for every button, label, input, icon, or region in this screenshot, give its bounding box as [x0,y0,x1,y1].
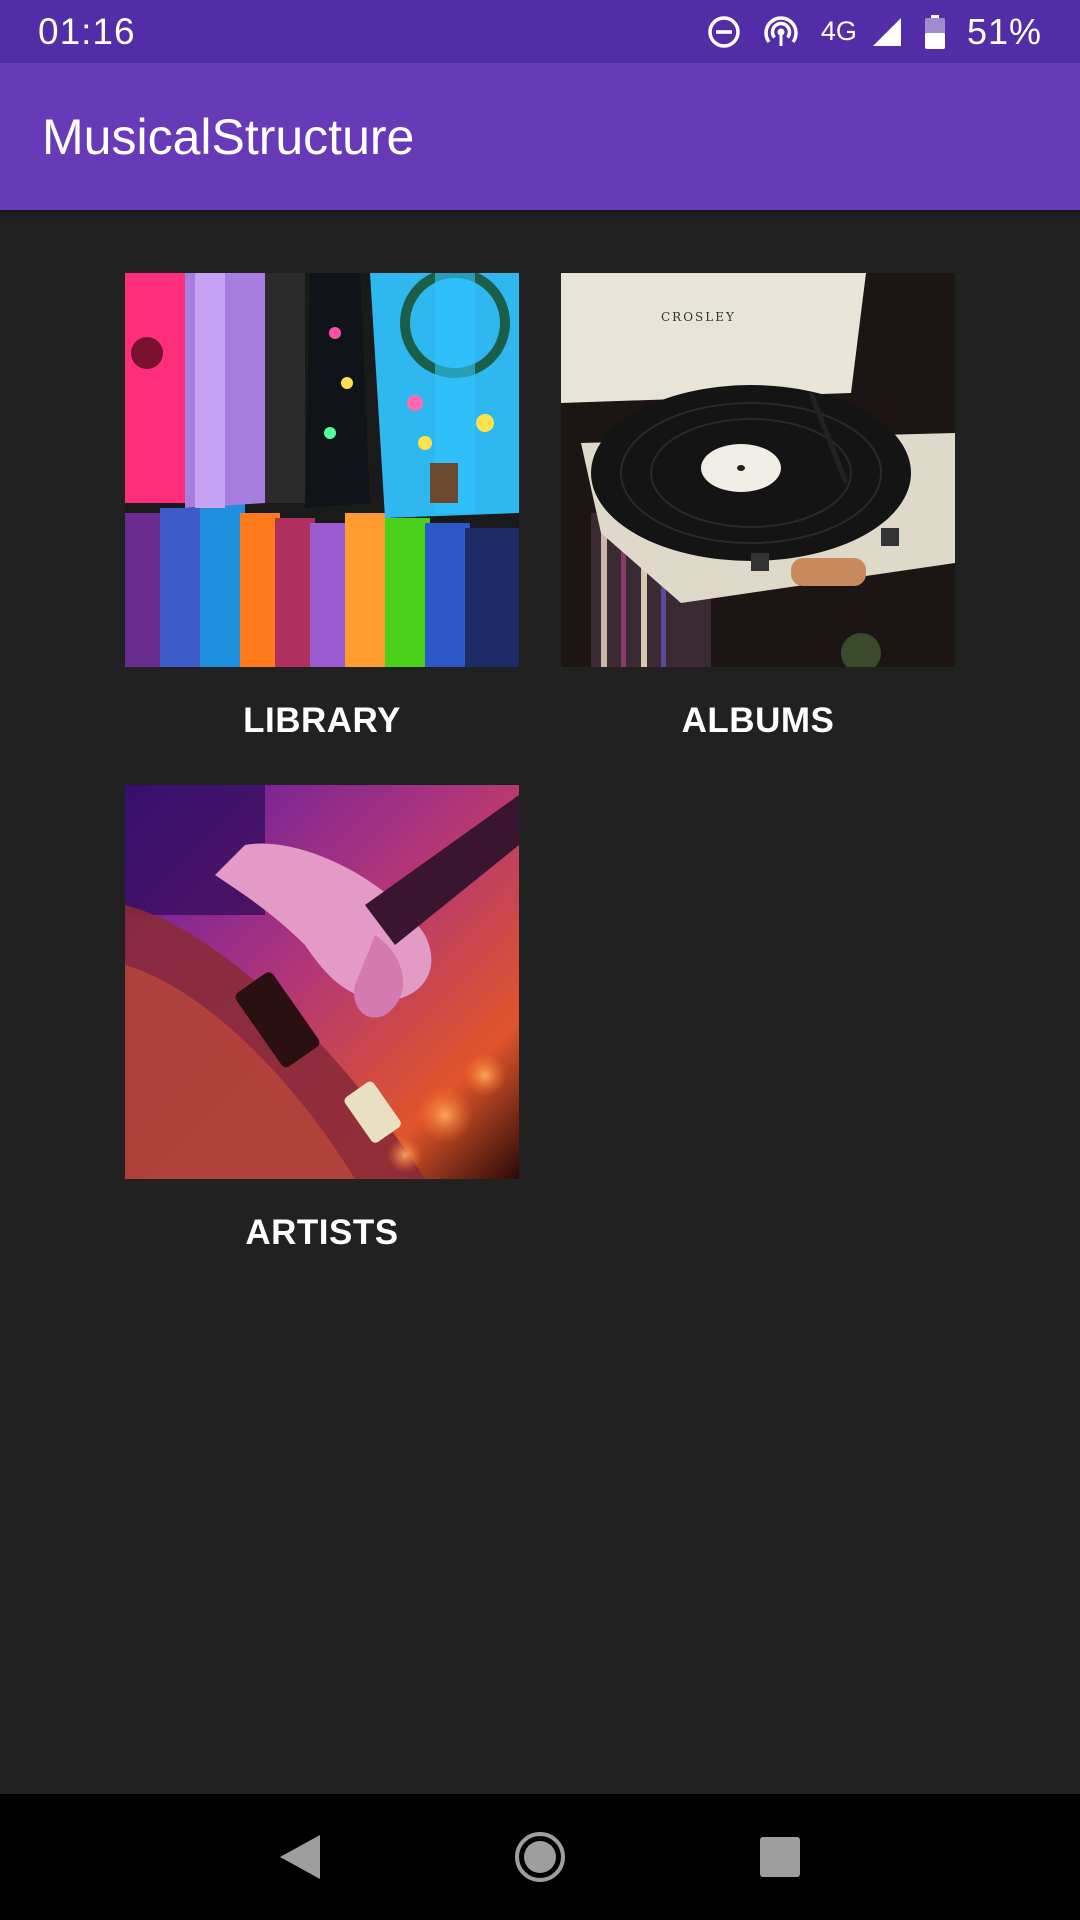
artists-tile[interactable]: ARTISTS [125,785,519,1253]
status-time: 01:16 [38,10,136,52]
status-bar: 01:16 4G 51% [0,0,1080,63]
albums-tile[interactable]: CROSLEY ALBUMS [561,273,955,741]
screen: 01:16 4G 51% MusicalStructure LIBRARY CR… [0,0,1080,1920]
artists-label[interactable]: ARTISTS [125,1213,519,1253]
artists-image[interactable] [125,785,519,1179]
battery-percent: 51% [966,10,1042,52]
app-bar: MusicalStructure [0,63,1080,210]
navigation-bar [0,1794,1080,1920]
back-icon[interactable] [255,1812,345,1902]
status-icons: 4G 51% [707,11,1042,53]
svg-text:CROSLEY: CROSLEY [661,310,736,324]
library-tile[interactable]: LIBRARY [125,273,519,741]
app-title: MusicalStructure [42,108,415,165]
battery-icon [924,14,945,49]
library-label[interactable]: LIBRARY [125,701,519,741]
do-not-disturb-icon [707,15,741,49]
network-type: 4G [820,16,857,46]
home-icon[interactable] [495,1812,585,1902]
recents-icon[interactable] [735,1812,825,1902]
albums-image[interactable]: CROSLEY [561,273,955,667]
signal-icon [871,16,903,48]
albums-label[interactable]: ALBUMS [561,701,955,741]
library-image[interactable] [125,273,519,667]
hotspot-icon [763,15,799,49]
